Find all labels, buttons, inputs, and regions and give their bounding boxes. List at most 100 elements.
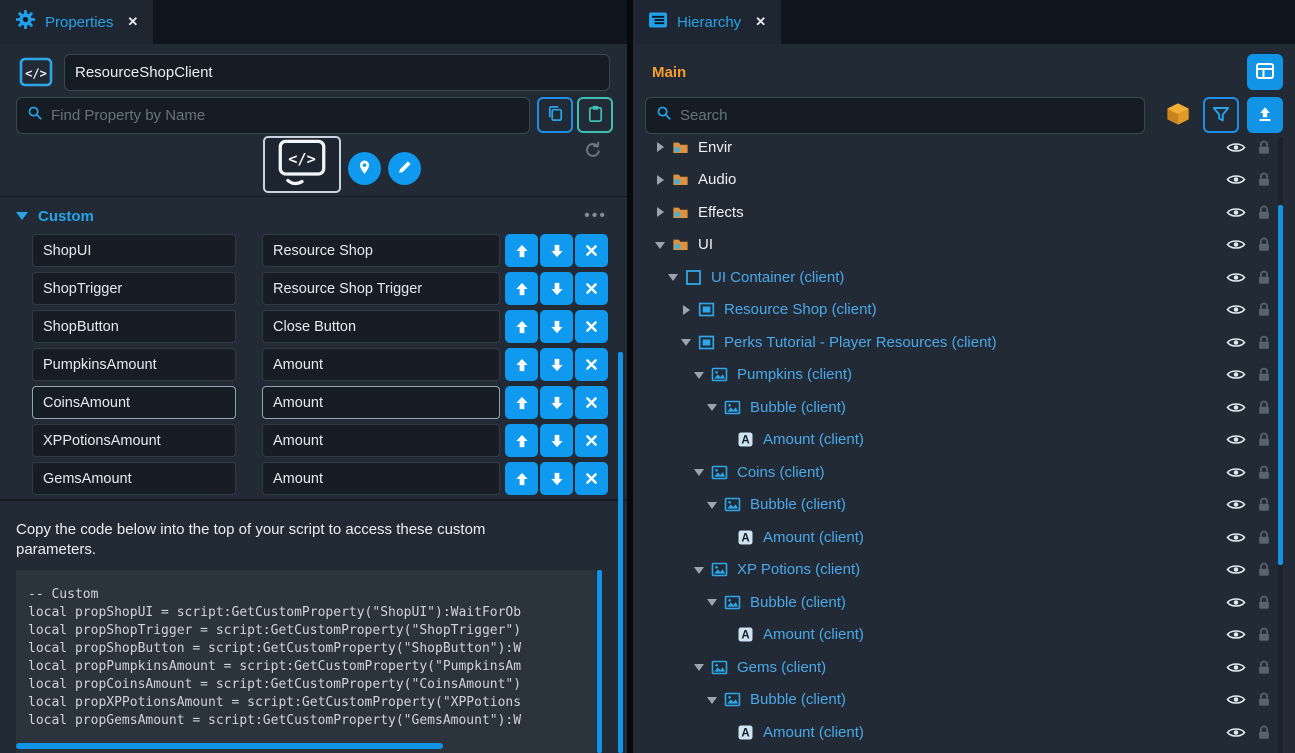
property-value-field[interactable]: Amount: [262, 462, 500, 495]
move-up-button[interactable]: [505, 462, 538, 495]
move-up-button[interactable]: [505, 310, 538, 343]
code-block[interactable]: -- Custom local propShopUI = script:GetC…: [16, 570, 596, 753]
visibility-eye-icon[interactable]: [1226, 596, 1246, 609]
property-name-field[interactable]: ShopButton: [32, 310, 236, 343]
visibility-eye-icon[interactable]: [1226, 531, 1246, 544]
tree-row[interactable]: AAmount (client): [633, 716, 1295, 749]
tree-row[interactable]: Pumpkins (client): [633, 359, 1295, 392]
move-down-button[interactable]: [540, 310, 573, 343]
tab-hierarchy[interactable]: Hierarchy ✕: [633, 0, 781, 44]
section-menu-icon[interactable]: •••: [584, 211, 607, 221]
lock-icon[interactable]: [1258, 140, 1270, 155]
tree-row[interactable]: AAmount (client): [633, 521, 1295, 554]
lock-icon[interactable]: [1258, 335, 1270, 350]
visibility-eye-icon[interactable]: [1226, 628, 1246, 641]
visibility-eye-icon[interactable]: [1226, 401, 1246, 414]
move-up-button[interactable]: [505, 348, 538, 381]
property-value-field[interactable]: Resource Shop: [262, 234, 500, 267]
visibility-eye-icon[interactable]: [1226, 173, 1246, 186]
tree-row[interactable]: UI: [633, 229, 1295, 262]
code-horizontal-scrollbar[interactable]: [16, 743, 443, 749]
lock-icon[interactable]: [1258, 302, 1270, 317]
move-down-button[interactable]: [540, 462, 573, 495]
tab-hierarchy-close-icon[interactable]: ✕: [755, 14, 766, 30]
move-up-button[interactable]: [505, 424, 538, 457]
move-down-button[interactable]: [540, 386, 573, 419]
tree-row[interactable]: Perks Tutorial - Player Resources (clien…: [633, 326, 1295, 359]
property-name-field[interactable]: PumpkinsAmount: [32, 348, 236, 381]
remove-property-button[interactable]: [575, 386, 608, 419]
paste-properties-button[interactable]: [577, 97, 613, 133]
export-upload-button[interactable]: [1247, 97, 1283, 133]
lock-icon[interactable]: [1258, 627, 1270, 642]
lock-icon[interactable]: [1258, 530, 1270, 545]
visibility-eye-icon[interactable]: [1226, 336, 1246, 349]
hierarchy-search-input[interactable]: [680, 107, 1134, 124]
lock-icon[interactable]: [1258, 172, 1270, 187]
tree-row[interactable]: AAmount (client): [633, 619, 1295, 652]
lock-icon[interactable]: [1258, 237, 1270, 252]
tree-row[interactable]: XP Potions (client): [633, 554, 1295, 587]
lock-icon[interactable]: [1258, 660, 1270, 675]
collapse-arrow-icon[interactable]: [668, 272, 679, 283]
collapse-arrow-icon[interactable]: [707, 402, 718, 413]
lock-icon[interactable]: [1258, 270, 1270, 285]
lock-icon[interactable]: [1258, 692, 1270, 707]
custom-section-header[interactable]: Custom •••: [0, 202, 627, 230]
tree-row[interactable]: Envir: [633, 137, 1295, 164]
property-name-field[interactable]: ShopTrigger: [32, 272, 236, 305]
move-up-button[interactable]: [505, 234, 538, 267]
visibility-eye-icon[interactable]: [1226, 271, 1246, 284]
collapse-arrow-icon[interactable]: [681, 337, 692, 348]
visibility-eye-icon[interactable]: [1226, 693, 1246, 706]
tree-row[interactable]: AAmount (client): [633, 424, 1295, 457]
move-down-button[interactable]: [540, 234, 573, 267]
lock-icon[interactable]: [1258, 562, 1270, 577]
collapse-arrow-icon[interactable]: [694, 662, 705, 673]
collapse-arrow-icon[interactable]: [694, 564, 705, 575]
visibility-eye-icon[interactable]: [1226, 466, 1246, 479]
properties-scrollbar[interactable]: [618, 352, 623, 753]
lock-icon[interactable]: [1258, 205, 1270, 220]
filter-button[interactable]: [1203, 97, 1239, 133]
property-name-field[interactable]: GemsAmount: [32, 462, 236, 495]
lock-icon[interactable]: [1258, 595, 1270, 610]
visibility-eye-icon[interactable]: [1226, 368, 1246, 381]
property-value-field[interactable]: Close Button: [262, 310, 500, 343]
move-up-button[interactable]: [505, 386, 538, 419]
remove-property-button[interactable]: [575, 272, 608, 305]
visibility-eye-icon[interactable]: [1226, 726, 1246, 739]
remove-property-button[interactable]: [575, 462, 608, 495]
reset-icon[interactable]: [584, 141, 602, 159]
move-down-button[interactable]: [540, 424, 573, 457]
scene-view-button[interactable]: [1247, 54, 1283, 90]
property-name-field[interactable]: XPPotionsAmount: [32, 424, 236, 457]
property-value-field[interactable]: Resource Shop Trigger: [262, 272, 500, 305]
hierarchy-scrollbar[interactable]: [1278, 205, 1283, 565]
remove-property-button[interactable]: [575, 310, 608, 343]
section-collapse-arrow-icon[interactable]: [16, 212, 28, 220]
root-node-label[interactable]: Main: [652, 54, 686, 90]
script-name-input[interactable]: [75, 64, 599, 81]
remove-property-button[interactable]: [575, 424, 608, 457]
expand-arrow-icon[interactable]: [655, 142, 666, 153]
collapse-arrow-icon[interactable]: [655, 239, 666, 250]
collapse-arrow-icon[interactable]: [694, 467, 705, 478]
property-name-field[interactable]: CoinsAmount: [32, 386, 236, 419]
visibility-eye-icon[interactable]: [1226, 433, 1246, 446]
property-value-field[interactable]: Amount: [262, 348, 500, 381]
remove-property-button[interactable]: [575, 234, 608, 267]
lock-icon[interactable]: [1258, 465, 1270, 480]
tree-row[interactable]: Effects: [633, 196, 1295, 229]
visibility-eye-icon[interactable]: [1226, 563, 1246, 576]
visibility-eye-icon[interactable]: [1226, 238, 1246, 251]
lock-icon[interactable]: [1258, 367, 1270, 382]
expand-arrow-icon[interactable]: [655, 174, 666, 185]
move-down-button[interactable]: [540, 272, 573, 305]
lock-icon[interactable]: [1258, 432, 1270, 447]
tree-row[interactable]: Bubble (client): [633, 489, 1295, 522]
expand-arrow-icon[interactable]: [655, 207, 666, 218]
tab-properties[interactable]: Properties ✕: [0, 0, 153, 44]
find-in-project-button[interactable]: [348, 152, 381, 185]
expand-arrow-icon[interactable]: [681, 304, 692, 315]
